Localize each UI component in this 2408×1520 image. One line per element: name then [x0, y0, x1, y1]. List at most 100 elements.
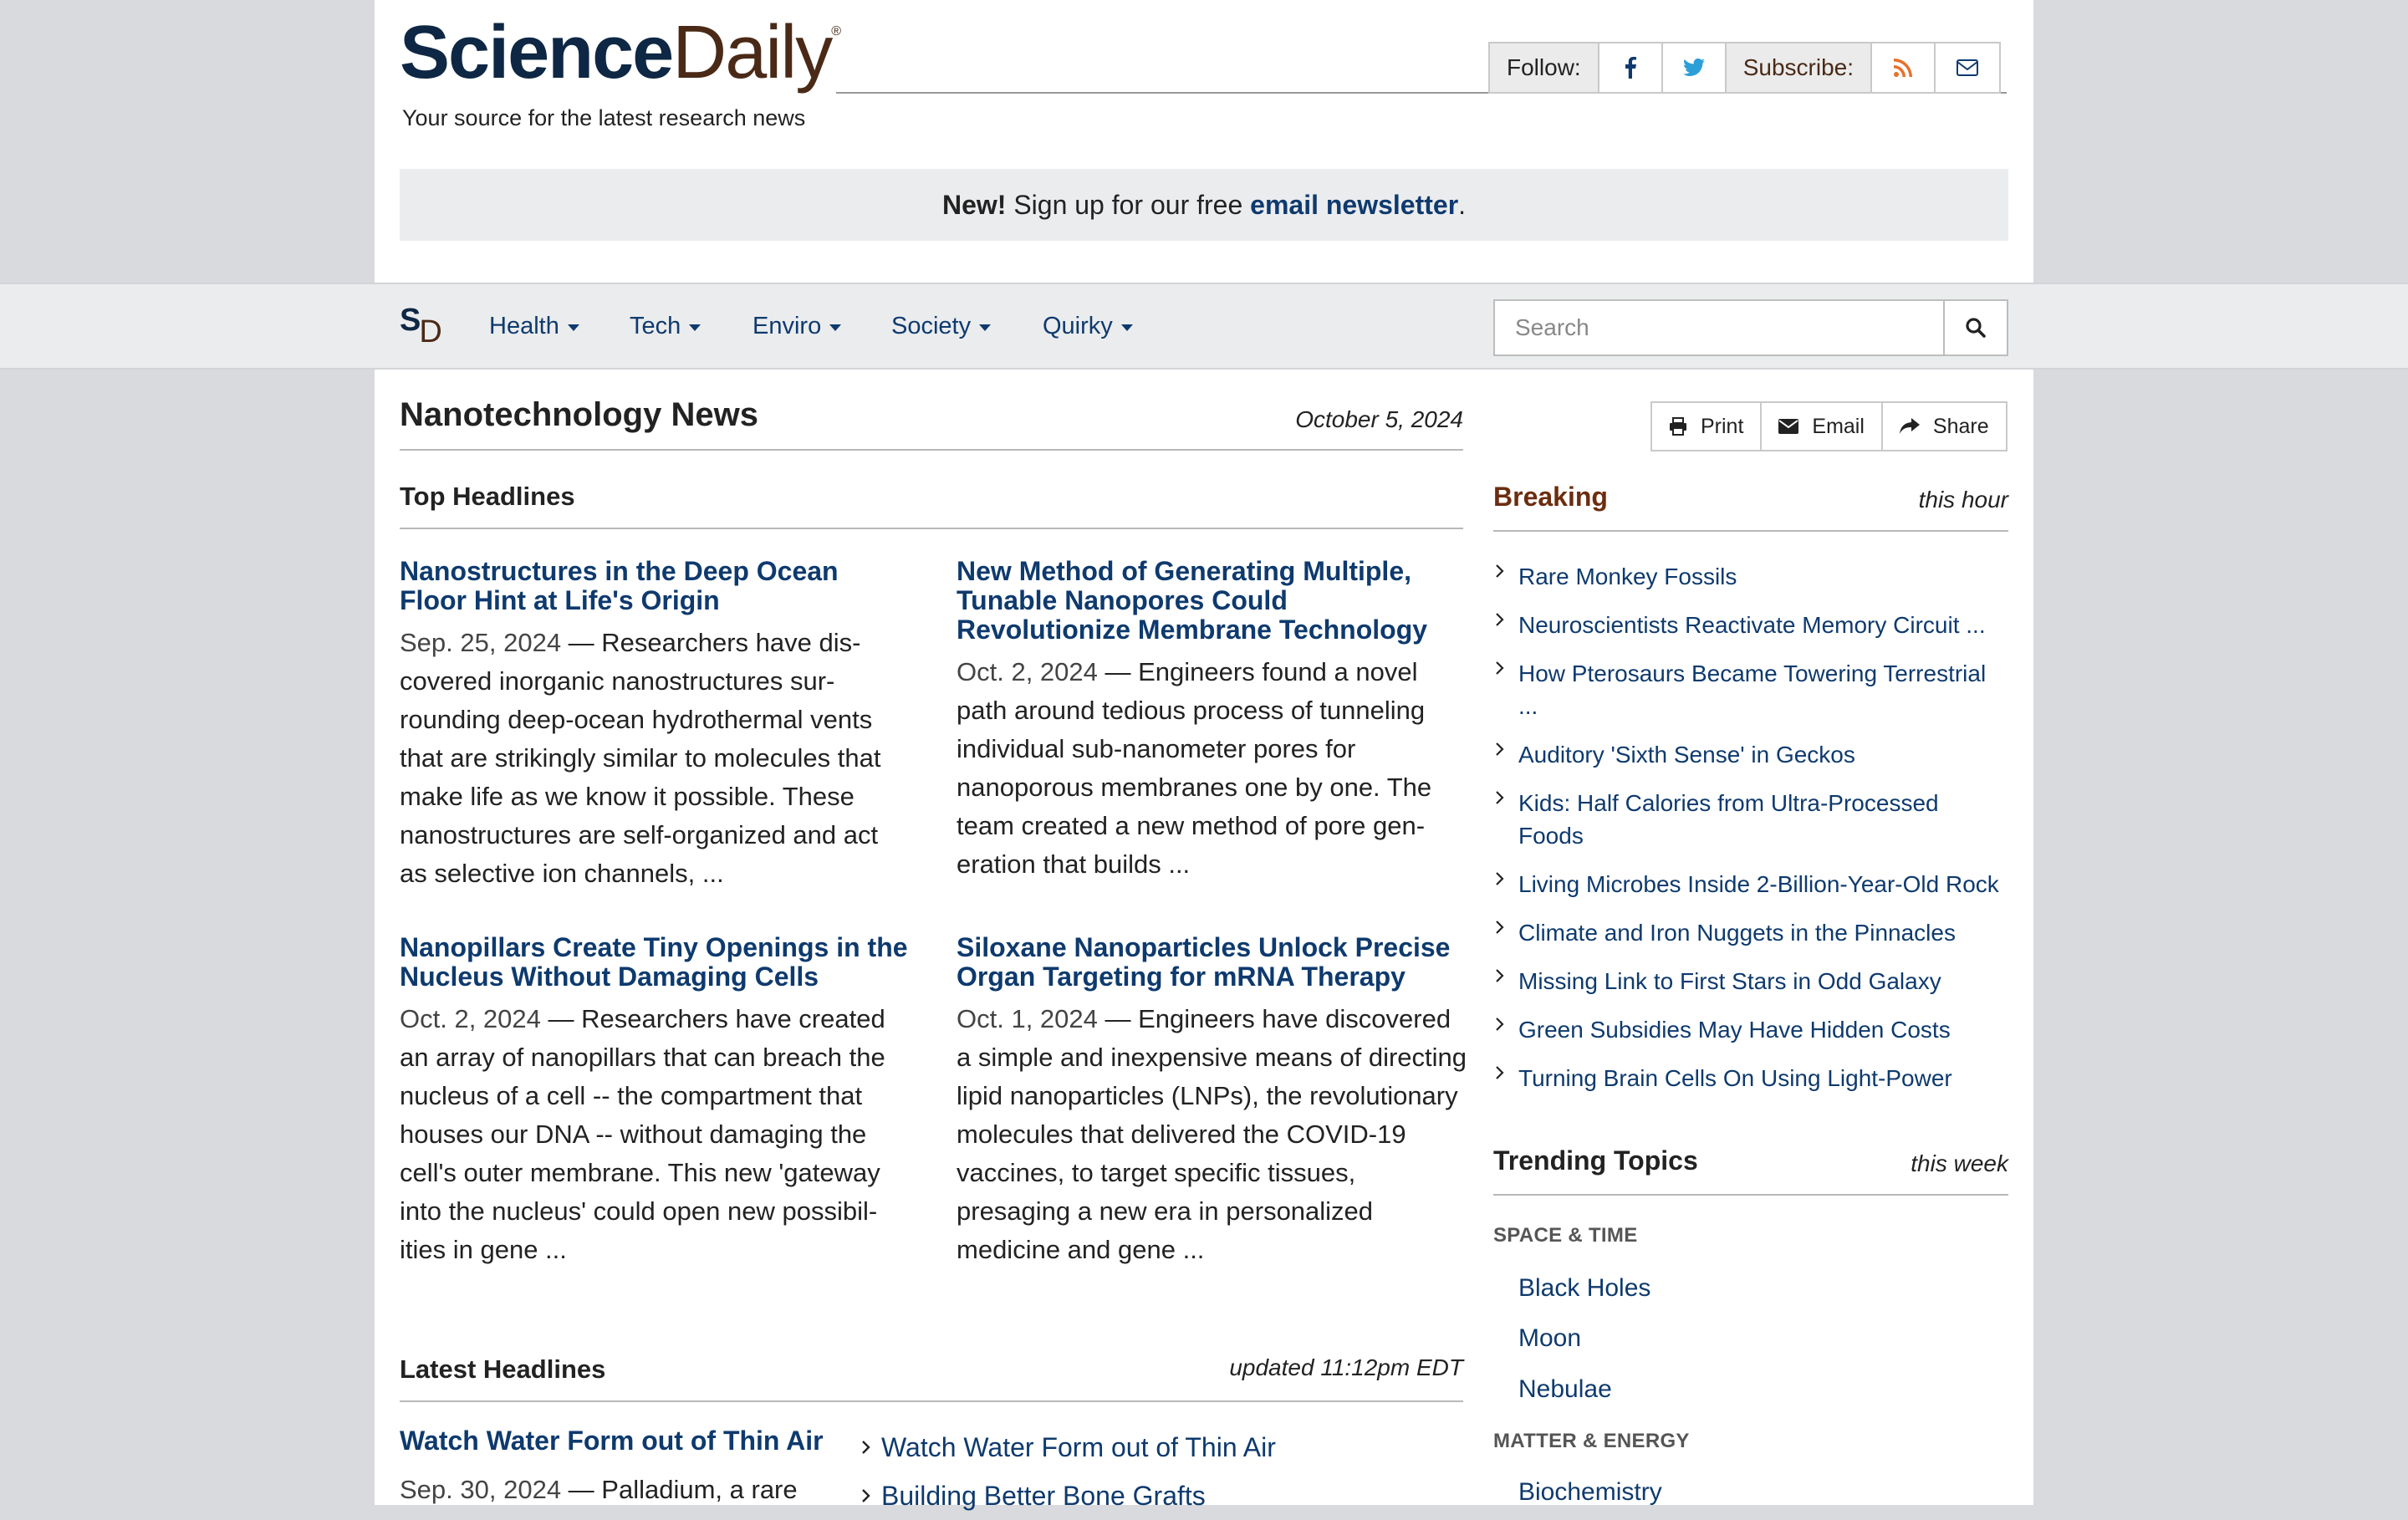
list-item[interactable]: Kids: Half Calories from Ultra-Processed… — [1493, 787, 2008, 852]
breaking-when: this hour — [1918, 487, 2008, 513]
nav-logo-d: D — [419, 314, 442, 349]
search-input[interactable] — [1495, 301, 1943, 354]
twitter-icon[interactable] — [1663, 43, 1727, 92]
nav-society[interactable]: Society — [891, 313, 992, 340]
story-summary: Oct. 1, 2024 — Engineers have discov­ere… — [957, 1000, 1467, 1269]
list-item[interactable]: Green Subsidies May Have Hidden Costs — [1493, 1013, 2008, 1046]
list-item-label: Building Better Bone Grafts — [881, 1480, 1206, 1511]
nav-quirky[interactable]: Quirky — [1043, 313, 1133, 340]
chevron-right-icon — [1496, 742, 1504, 756]
story-text: — Researchers have dis­covered inorganic… — [400, 628, 881, 888]
rss-icon[interactable] — [1872, 43, 1936, 92]
list-item-label: Rare Monkey Fossils — [1518, 564, 1737, 589]
newsletter-new: New! — [941, 189, 1007, 220]
list-item[interactable]: Climate and Iron Nuggets in the Pinnacle… — [1493, 916, 2008, 949]
sciencedaily-logo[interactable]: ScienceDaily® — [400, 15, 841, 90]
story-date: Oct. 1, 2024 — [957, 1004, 1098, 1033]
chevron-right-icon — [1496, 1018, 1504, 1031]
print-button[interactable]: Print — [1652, 403, 1763, 450]
logo-daily: Daily — [672, 11, 833, 94]
subscribe-label: Subscribe: — [1726, 43, 1872, 92]
caret-down-icon — [567, 324, 579, 331]
list-item[interactable]: Turning Brain Cells On Using Light-Power — [1493, 1062, 2008, 1094]
caret-down-icon — [829, 324, 842, 331]
chevron-right-icon — [862, 1441, 870, 1454]
trending-topic[interactable]: Moon — [1518, 1324, 1581, 1353]
trending-divider — [1493, 1194, 2008, 1196]
list-item[interactable]: Building Better Bone Grafts — [861, 1472, 1276, 1520]
follow-label: Follow: — [1490, 43, 1599, 92]
facebook-icon[interactable] — [1599, 43, 1663, 92]
newsletter-link[interactable]: email newsletter — [1250, 190, 1458, 221]
nav-health-label: Health — [489, 313, 559, 339]
title-divider — [400, 449, 1463, 451]
nav-society-label: Society — [891, 313, 972, 339]
story-card: New Method of Generating Multiple, Tunab… — [957, 557, 1467, 884]
story-summary: Sep. 25, 2024 — Researchers have dis­cov… — [400, 624, 910, 893]
story-date: Sep. 25, 2024 — [400, 628, 562, 657]
trending-topic[interactable]: Biochemistry — [1518, 1478, 1662, 1507]
list-item[interactable]: Living Microbes Inside 2-Billion-Year-Ol… — [1493, 868, 2008, 900]
story-text: — Researchers have created an array of n… — [400, 1004, 885, 1264]
newsletter-end: . — [1458, 189, 1467, 220]
envelope-icon — [1778, 419, 1799, 434]
list-item[interactable]: Missing Link to First Stars in Odd Galax… — [1493, 965, 2008, 997]
top-headlines-divider — [400, 528, 1463, 529]
story-date: Oct. 2, 2024 — [957, 657, 1098, 686]
story-text: — Engineers found a novel path around te… — [957, 657, 1432, 879]
newsletter-text: Sign up for our free — [1006, 189, 1251, 220]
list-item[interactable]: Neuroscientists Reactivate Memory Circui… — [1493, 609, 2008, 641]
latest-story-title[interactable]: Watch Water Form out of Thin Air — [400, 1426, 824, 1456]
caret-down-icon — [689, 324, 701, 331]
trending-category: MATTER & ENERGY — [1493, 1430, 1690, 1452]
list-item[interactable]: Rare Monkey Fossils — [1493, 560, 2008, 593]
caret-down-icon — [979, 324, 992, 331]
trending-topic[interactable]: Black Holes — [1518, 1274, 1650, 1303]
latest-story-date: Sep. 30, 2024 — [400, 1475, 562, 1504]
story-summary: Oct. 2, 2024 — Engineers found a novel p… — [957, 653, 1467, 884]
email-button[interactable]: Email — [1762, 403, 1883, 450]
share-label: Share — [1932, 414, 1989, 438]
story-date: Oct. 2, 2024 — [400, 1004, 541, 1033]
print-label: Print — [1701, 414, 1744, 438]
chevron-right-icon — [1496, 613, 1504, 626]
email-label: Email — [1812, 414, 1865, 438]
list-item-label: Kids: Half Calories from Ultra-Processed… — [1518, 790, 1939, 849]
top-headlines-heading: Top Headlines — [400, 482, 575, 511]
nav-tech[interactable]: Tech — [630, 313, 701, 340]
story-title[interactable]: New Method of Generating Multiple, Tunab… — [957, 557, 1467, 645]
email-subscribe-icon[interactable] — [1936, 43, 1999, 92]
story-title[interactable]: Nanopillars Create Tiny Openings in the … — [400, 933, 910, 992]
share-button[interactable]: Share — [1883, 403, 2006, 450]
print-icon — [1670, 417, 1686, 436]
list-item[interactable]: Auditory 'Sixth Sense' in Geckos — [1493, 738, 2008, 771]
nav-logo[interactable]: SD — [400, 304, 444, 348]
story-title[interactable]: Nanostructures in the Deep Ocean Floor H… — [400, 557, 910, 615]
nav-health[interactable]: Health — [489, 313, 579, 340]
breaking-list: Rare Monkey Fossils Neuroscientists Reac… — [1493, 560, 2008, 1110]
story-card: Siloxane Nanoparticles Unlock Precise Or… — [957, 933, 1467, 1269]
latest-headlines-list: Watch Water Form out of Thin Air Buildin… — [861, 1423, 1276, 1520]
chevron-right-icon — [862, 1489, 870, 1502]
list-item-label: Green Subsidies May Have Hidden Costs — [1518, 1017, 1951, 1043]
list-item[interactable]: Watch Water Form out of Thin Air — [861, 1423, 1276, 1472]
newsletter-banner: New! Sign up for our free email newslett… — [400, 169, 2008, 241]
search-button[interactable] — [1943, 301, 2007, 354]
latest-divider — [400, 1400, 1463, 1402]
chevron-right-icon — [1496, 661, 1504, 675]
trending-category: SPACE & TIME — [1493, 1224, 1638, 1247]
search-box — [1493, 299, 2008, 356]
breaking-divider — [1493, 530, 2008, 532]
list-item-label: Turning Brain Cells On Using Light-Power — [1518, 1065, 1952, 1091]
nav-quirky-label: Quirky — [1043, 313, 1113, 339]
nav-enviro[interactable]: Enviro — [752, 313, 842, 340]
chevron-right-icon — [1496, 564, 1504, 578]
story-title[interactable]: Siloxane Nanoparticles Unlock Precise Or… — [957, 933, 1467, 992]
caret-down-icon — [1120, 324, 1133, 331]
trending-topic[interactable]: Nebulae — [1518, 1375, 1612, 1404]
chevron-right-icon — [1496, 969, 1504, 982]
list-item[interactable]: How Pterosaurs Became Towering Terrestri… — [1493, 657, 2008, 722]
chevron-right-icon — [1496, 921, 1504, 934]
chevron-right-icon — [1496, 791, 1504, 804]
list-item-label: Missing Link to First Stars in Odd Galax… — [1518, 968, 1941, 994]
